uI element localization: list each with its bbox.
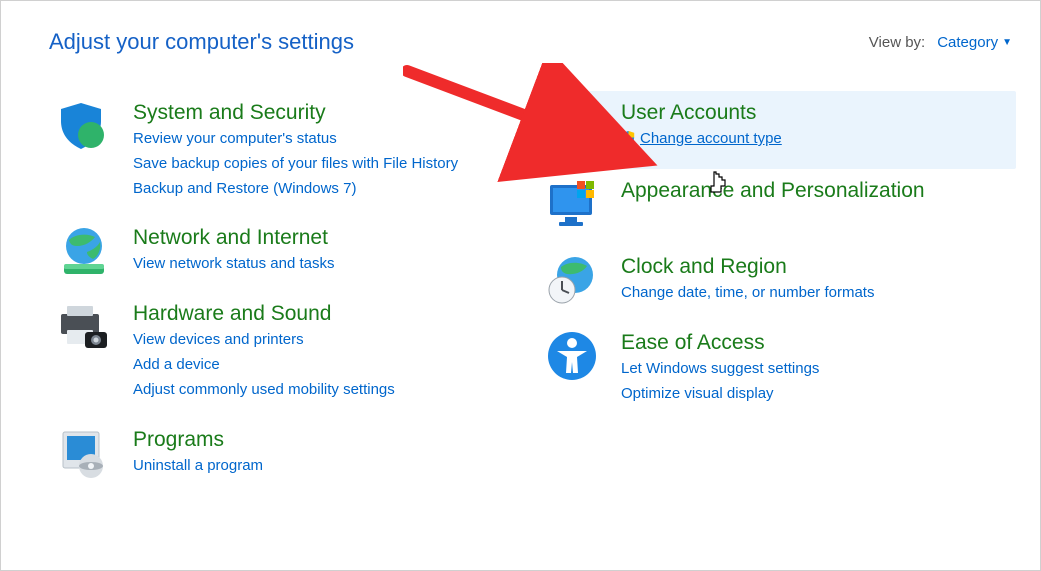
link-network-status[interactable]: View network status and tasks — [133, 253, 521, 275]
link-add-device[interactable]: Add a device — [133, 354, 521, 376]
link-devices-printers[interactable]: View devices and printers — [133, 329, 521, 351]
view-by-label: View by: — [869, 34, 925, 51]
category-ease-of-access: Ease of Access Let Windows suggest setti… — [537, 321, 1016, 422]
link-date-time-formats[interactable]: Change date, time, or number formats — [621, 282, 1008, 304]
monitor-icon — [545, 177, 599, 231]
clock-globe-icon — [545, 253, 599, 307]
link-change-account-type[interactable]: Change account type — [621, 128, 1008, 152]
category-title-user-accounts[interactable]: User Accounts — [621, 101, 1008, 125]
category-user-accounts: User Accounts Change account type — [537, 91, 1016, 169]
user-icon — [545, 99, 599, 153]
category-title-ease-of-access[interactable]: Ease of Access — [621, 331, 1008, 355]
category-clock-and-region: Clock and Region Change date, time, or n… — [537, 245, 1016, 321]
category-network-and-internet: Network and Internet View network status… — [49, 216, 529, 292]
category-system-and-security: System and Security Review your computer… — [49, 91, 529, 216]
programs-icon — [57, 426, 111, 480]
view-by-value: Category — [937, 34, 998, 51]
uac-shield-icon — [621, 130, 636, 152]
category-programs: Programs Uninstall a program — [49, 418, 529, 494]
category-title-system-and-security[interactable]: System and Security — [133, 101, 521, 125]
link-mobility-settings[interactable]: Adjust commonly used mobility settings — [133, 379, 521, 401]
view-by-dropdown[interactable]: Category ▼ — [937, 34, 1012, 51]
link-review-status[interactable]: Review your computer's status — [133, 128, 521, 150]
printer-camera-icon — [57, 300, 111, 354]
link-backup-restore[interactable]: Backup and Restore (Windows 7) — [133, 178, 521, 200]
category-title-network-and-internet[interactable]: Network and Internet — [133, 226, 521, 250]
caret-down-icon: ▼ — [1002, 37, 1012, 48]
link-suggest-settings[interactable]: Let Windows suggest settings — [621, 358, 1008, 380]
category-title-programs[interactable]: Programs — [133, 428, 521, 452]
link-optimize-display[interactable]: Optimize visual display — [621, 383, 1008, 405]
page-title: Adjust your computer's settings — [49, 29, 354, 55]
link-change-account-type-text: Change account type — [640, 130, 782, 147]
link-file-history[interactable]: Save backup copies of your files with Fi… — [133, 153, 521, 175]
accessibility-icon — [545, 329, 599, 383]
shield-icon — [57, 99, 111, 153]
link-uninstall-program[interactable]: Uninstall a program — [133, 455, 521, 477]
category-title-hardware-and-sound[interactable]: Hardware and Sound — [133, 302, 521, 326]
globe-icon — [57, 224, 111, 278]
view-by-container: View by: Category ▼ — [869, 34, 1016, 51]
category-hardware-and-sound: Hardware and Sound View devices and prin… — [49, 292, 529, 417]
category-title-appearance[interactable]: Appearance and Personalization — [621, 179, 1008, 203]
category-title-clock-and-region[interactable]: Clock and Region — [621, 255, 1008, 279]
category-appearance-and-personalization: Appearance and Personalization — [537, 169, 1016, 245]
